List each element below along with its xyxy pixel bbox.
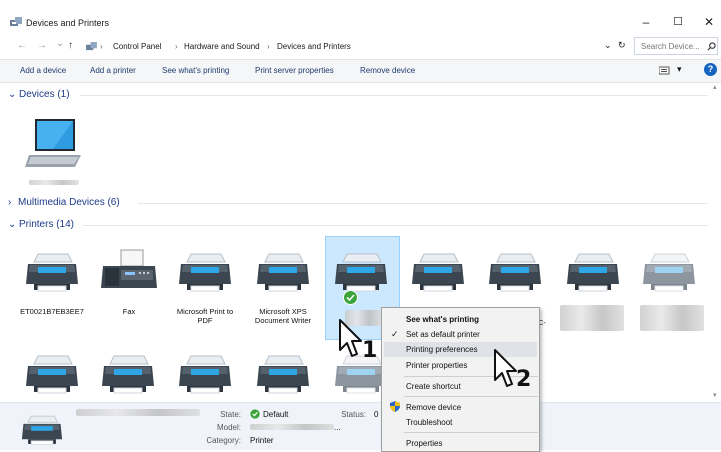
devices-printers-app-icon (10, 17, 22, 26)
printer-label: Microsoft Print to PDF (176, 307, 234, 325)
devices-group-label: Devices (1) (19, 89, 70, 100)
cursor-pointer-icon (494, 349, 517, 387)
status-label: Status: (341, 410, 366, 419)
menu-separator (404, 432, 538, 433)
printer-icon[interactable] (565, 250, 621, 294)
status-value: 0 (374, 410, 379, 419)
view-dropdown-icon[interactable]: ▾ (677, 64, 682, 75)
model-label: Model: (216, 423, 241, 432)
breadcrumb-control-panel[interactable]: Control Panel (113, 42, 161, 51)
callout-number: 2 (516, 367, 532, 392)
printer-label: Microsoft XPS Document Writer (254, 307, 312, 325)
multimedia-group-header[interactable]: › Multimedia Devices (6) (8, 197, 708, 209)
breadcrumb-devices-and-printers[interactable]: Devices and Printers (277, 42, 351, 51)
printer-icon[interactable] (487, 250, 543, 294)
search-input[interactable]: Search Device... (634, 37, 718, 55)
menu-item-properties[interactable]: Properties (406, 439, 442, 448)
location-icon (86, 42, 97, 51)
printer-label-redacted (640, 305, 704, 331)
breadcrumb-separator: › (267, 42, 270, 51)
cursor-pointer-icon (339, 319, 362, 357)
fax-icon[interactable] (99, 248, 159, 294)
printer-icon[interactable] (177, 352, 233, 396)
callout-number: 1 (362, 338, 378, 363)
add-a-device-button[interactable]: Add a device (20, 66, 66, 75)
chevron-down-icon: ⌄ (8, 219, 17, 230)
printer-icon[interactable] (333, 250, 389, 294)
remove-device-button[interactable]: Remove device (360, 66, 415, 75)
search-placeholder: Search Device... (641, 42, 700, 51)
help-icon[interactable]: ? (704, 63, 717, 76)
printer-label: C- (538, 318, 546, 327)
title-bar: Devices and Printers – ☐ ✕ (0, 0, 721, 34)
window-title: Devices and Printers (26, 18, 110, 28)
menu-item-troubleshoot[interactable]: Troubleshoot (406, 418, 452, 427)
chevron-down-icon: ⌄ (8, 89, 17, 100)
breadcrumb-separator: › (100, 42, 103, 51)
help-glyph: ? (707, 64, 714, 74)
vertical-scrollbar[interactable]: ▴ ▾ (713, 83, 721, 402)
category-value: Printer (250, 436, 274, 445)
laptop-icon[interactable] (23, 117, 83, 172)
state-value: Default (263, 410, 289, 419)
menu-item-create-shortcut[interactable]: Create shortcut (406, 382, 461, 391)
printer-label: Fax (122, 307, 136, 316)
printer-icon[interactable] (24, 250, 80, 294)
back-icon[interactable]: ← (17, 40, 27, 51)
scroll-down-icon[interactable]: ▾ (713, 391, 717, 399)
category-label: Category: (206, 436, 241, 445)
device-name-redacted (29, 180, 79, 185)
printers-group-header[interactable]: ⌄ Printers (14) (8, 219, 708, 231)
printer-icon[interactable] (100, 352, 156, 396)
model-ellipsis: ... (334, 423, 341, 432)
printer-name-redacted (76, 409, 200, 416)
printer-icon[interactable] (255, 352, 311, 396)
default-check-icon (250, 409, 260, 419)
printer-label-redacted (560, 305, 624, 331)
address-bar[interactable]: › Control Panel › Hardware and Sound › D… (83, 38, 629, 54)
default-check-icon (343, 290, 358, 305)
print-server-properties-button[interactable]: Print server properties (255, 66, 334, 75)
menu-separator (404, 396, 538, 397)
minimize-button[interactable]: – (636, 14, 656, 30)
add-a-printer-button[interactable]: Add a printer (90, 66, 136, 75)
breadcrumb-separator: › (175, 42, 178, 51)
breadcrumb-hardware-and-sound[interactable]: Hardware and Sound (184, 42, 260, 51)
view-options-icon[interactable] (659, 66, 670, 75)
menu-item-printing-preferences[interactable]: Printing preferences (406, 345, 478, 354)
model-value-redacted (250, 424, 334, 430)
up-arrow-icon[interactable]: ↑ (68, 40, 73, 51)
state-label: State: (220, 410, 241, 419)
close-button[interactable]: ✕ (699, 14, 719, 30)
see-whats-printing-button[interactable]: See what's printing (162, 66, 229, 75)
address-dropdown-icon[interactable]: ⌄ (604, 40, 612, 51)
forward-icon[interactable]: → (37, 40, 47, 51)
menu-item-remove-device[interactable]: Remove device (406, 403, 461, 412)
maximize-button[interactable]: ☐ (668, 14, 688, 30)
printer-icon[interactable] (177, 250, 233, 294)
menu-item-set-as-default-printer[interactable]: Set as default printer (406, 330, 480, 339)
recent-locations-chevron-icon[interactable]: ⌄ (56, 38, 64, 49)
devices-group-header[interactable]: ⌄ Devices (1) (8, 89, 708, 101)
chevron-right-icon: › (8, 197, 12, 208)
details-pane: State: Default Status: 0 Model: ... Cate… (0, 402, 721, 450)
menu-item-printer-properties[interactable]: Printer properties (406, 361, 467, 370)
printer-icon[interactable] (641, 250, 697, 294)
printer-icon[interactable] (410, 250, 466, 294)
multimedia-group-label: Multimedia Devices (6) (18, 197, 120, 208)
search-icon (707, 42, 716, 51)
printer-icon[interactable] (255, 250, 311, 294)
printer-label: ET0021B7EB3EE7 (20, 307, 84, 316)
scroll-up-icon[interactable]: ▴ (713, 83, 717, 91)
checkmark-icon: ✓ (391, 329, 399, 339)
printer-icon[interactable] (24, 352, 80, 396)
printer-icon (21, 415, 63, 446)
printers-group-label: Printers (14) (19, 219, 75, 230)
refresh-icon[interactable]: ↻ (618, 40, 626, 51)
shield-icon (390, 401, 400, 412)
menu-item-see-whats-printing[interactable]: See what's printing (406, 315, 479, 324)
